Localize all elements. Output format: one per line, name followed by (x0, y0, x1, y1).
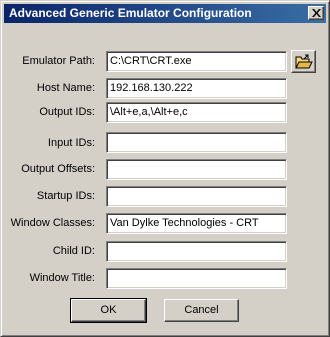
emulator-path-field[interactable]: C:\CRT\CRT.exe (106, 51, 287, 72)
window-classes-field[interactable]: Van Dylke Technologies - CRT (106, 213, 287, 234)
child-id-field[interactable] (106, 241, 287, 262)
window-title-field[interactable] (106, 268, 287, 289)
output-ids-label: Output IDs: (39, 106, 95, 118)
startup-ids-field[interactable] (106, 186, 287, 207)
window-title-label: Window Title: (29, 272, 95, 284)
config-dialog: Advanced Generic Emulator Configuration … (0, 0, 330, 337)
ok-button[interactable]: OK (70, 298, 147, 323)
output-offsets-label: Output Offsets: (21, 163, 95, 175)
window-classes-label: Window Classes: (10, 217, 95, 229)
host-name-field[interactable]: 192.168.130.222 (106, 78, 287, 99)
child-id-label: Child ID: (52, 245, 95, 257)
startup-ids-label: Startup IDs: (36, 190, 95, 202)
close-icon (312, 9, 321, 17)
folder-open-icon (295, 54, 313, 69)
host-name-label: Host Name: (36, 82, 95, 94)
emulator-path-label: Emulator Path: (22, 55, 95, 67)
input-ids-field[interactable] (106, 132, 287, 153)
close-button[interactable] (308, 6, 324, 20)
input-ids-label: Input IDs: (47, 137, 95, 149)
output-offsets-field[interactable] (106, 159, 287, 180)
cancel-button[interactable]: Cancel (164, 299, 239, 322)
browse-button[interactable] (291, 50, 316, 73)
title-bar[interactable]: Advanced Generic Emulator Configuration (4, 4, 326, 23)
output-ids-field[interactable]: \Alt+e,a,\Alt+e,c (106, 102, 287, 123)
window-title: Advanced Generic Emulator Configuration (9, 6, 252, 20)
